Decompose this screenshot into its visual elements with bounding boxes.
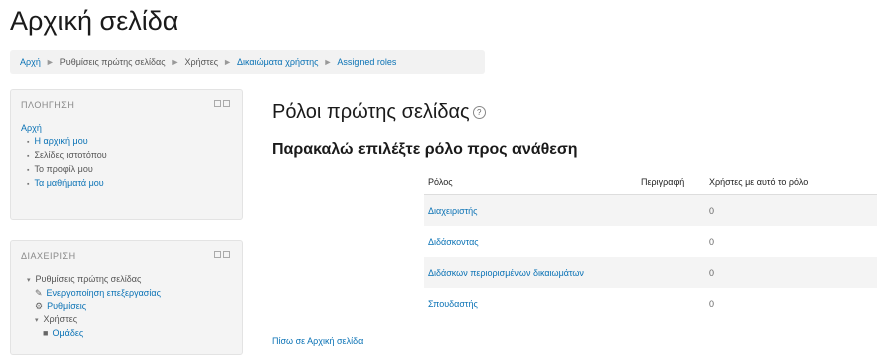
admin-item-label: Ομάδες (52, 328, 84, 338)
admin-item-label: Ρυθμίσεις (47, 301, 87, 311)
nav-item-label: Το προφίλ μου (34, 164, 93, 174)
table-row: Διδάσκοντας 0 (424, 226, 877, 257)
back-to-home-link[interactable]: Πίσω σε Αρχική σελίδα (272, 336, 363, 346)
admin-item-users[interactable]: ▾ Χρήστες (21, 313, 242, 327)
nav-item-label: Τα μαθήματά μου (34, 178, 104, 188)
column-header-role: Ρόλος (424, 170, 637, 195)
breadcrumb-item-home[interactable]: Αρχή (20, 57, 41, 67)
role-link[interactable]: Διδάσκων περιορισμένων δικαιωμάτων (424, 257, 637, 288)
navigation-block: ΠΛΟΗΓΗΣΗ Αρχή ▪ Η αρχική μου ▪ Σελίδες ιστ… (10, 89, 243, 220)
role-user-count: 0 (709, 236, 715, 247)
breadcrumb-item-assigned-roles[interactable]: Assigned roles (337, 57, 396, 67)
role-description (637, 194, 705, 226)
breadcrumb: Αρχή ► Ρυθμίσεις πρώτης σελίδας ► Χρήστε… (10, 50, 485, 74)
role-link[interactable]: Σπουδαστής (424, 288, 637, 319)
nav-item-site-pages[interactable]: ▪ Σελίδες ιστοτόπου (21, 149, 242, 163)
breadcrumb-item-frontpage-settings[interactable]: Ρυθμίσεις πρώτης σελίδας (60, 57, 166, 67)
role-link[interactable]: Διαχειριστής (424, 194, 637, 226)
roles-table: Ρόλος Περιγραφή Χρήστες με αυτό το ρόλο … (424, 170, 877, 319)
admin-section-label: Ρυθμίσεις πρώτης σελίδας (35, 274, 142, 284)
role-description (637, 226, 705, 257)
role-user-count: 0 (709, 298, 715, 309)
nav-item-my-home[interactable]: ▪ Η αρχική μου (21, 135, 242, 149)
expand-icon: ▾ (27, 277, 31, 284)
administration-block: ΔΙΑΧΕΙΡΙΣΗ ▾ Ρυθμίσεις πρώτης σελίδας ✎ Εν… (10, 240, 243, 355)
breadcrumb-separator-icon: ► (223, 57, 232, 67)
navigation-block-header: ΠΛΟΗΓΗΣΗ (21, 100, 232, 118)
table-header-row: Ρόλος Περιγραφή Χρήστες με αυτό το ρόλο (424, 170, 877, 195)
admin-item-label: Χρήστες (43, 314, 78, 324)
nav-item-label: Σελίδες ιστοτόπου (34, 150, 107, 160)
role-user-count: 0 (705, 194, 877, 226)
role-description (637, 288, 705, 319)
nav-item-my-courses[interactable]: ▪ Τα μαθήματά μου (21, 177, 242, 191)
bullet-icon: ▪ (27, 181, 30, 188)
nav-item-label: Η αρχική μου (34, 136, 88, 146)
breadcrumb-separator-icon: ► (170, 57, 180, 67)
breadcrumb-separator-icon: ► (45, 57, 55, 67)
admin-item-settings[interactable]: ⚙ Ρυθμίσεις (21, 300, 242, 313)
breadcrumb-item-users[interactable]: Χρήστες (184, 57, 218, 67)
role-link[interactable]: Διδάσκοντας (424, 226, 637, 257)
breadcrumb-item-permissions[interactable]: Δικαιώματα χρήστης (237, 57, 318, 67)
nav-item-my-profile[interactable]: ▪ Το προφίλ μου (21, 163, 242, 177)
administration-block-header: ΔΙΑΧΕΙΡΙΣΗ (21, 251, 232, 269)
groups-icon: ■ (43, 328, 49, 338)
bullet-icon: ▪ (27, 139, 30, 146)
role-user-count: 0 (705, 257, 877, 288)
bullet-icon: ▪ (27, 167, 30, 174)
table-row: Διαχειριστής 0 (424, 194, 877, 226)
table-row: Διδάσκων περιορισμένων δικαιωμάτων 0 (424, 257, 877, 288)
nav-home-link[interactable]: Αρχή (21, 123, 42, 133)
column-header-description: Περιγραφή (637, 170, 705, 195)
main-heading-text: Ρόλοι πρώτης σελίδας (272, 101, 470, 123)
admin-item-label: Ενεργοποίηση επεξεργασίας (46, 288, 161, 298)
navigation-tree: Αρχή ▪ Η αρχική μου ▪ Σελίδες ιστοτόπου ▪ Τ… (21, 122, 242, 191)
admin-item-turn-editing-on[interactable]: ✎ Ενεργοποίηση επεξεργασίας (21, 287, 242, 300)
page-title: Αρχική σελίδα (10, 6, 179, 36)
edit-icon: ✎ (35, 288, 43, 298)
column-header-users-count: Χρήστες με αυτό το ρόλο (705, 170, 877, 195)
administration-block-title: ΔΙΑΧΕΙΡΙΣΗ (21, 251, 76, 261)
role-description (637, 257, 705, 288)
admin-item-groups[interactable]: ■ Ομάδες (21, 327, 242, 340)
dock-block-icon[interactable] (214, 100, 232, 109)
dock-block-icon[interactable] (214, 251, 232, 260)
expand-icon: ▾ (35, 317, 39, 324)
administration-tree: ▾ Ρυθμίσεις πρώτης σελίδας ✎ Ενεργοποίηση … (21, 273, 242, 340)
gear-icon: ⚙ (35, 301, 44, 311)
bullet-icon: ▪ (27, 153, 30, 160)
sub-heading: Παρακαλώ επιλέξτε ρόλο προς ανάθεση (272, 141, 578, 158)
help-icon[interactable]: ? (472, 106, 486, 120)
main-heading: Ρόλοι πρώτης σελίδας? (272, 101, 486, 124)
navigation-block-title: ΠΛΟΗΓΗΣΗ (21, 100, 75, 110)
table-row: Σπουδαστής 0 (424, 288, 877, 319)
breadcrumb-separator-icon: ► (323, 57, 333, 67)
admin-section-frontpage-settings[interactable]: ▾ Ρυθμίσεις πρώτης σελίδας (21, 273, 242, 287)
